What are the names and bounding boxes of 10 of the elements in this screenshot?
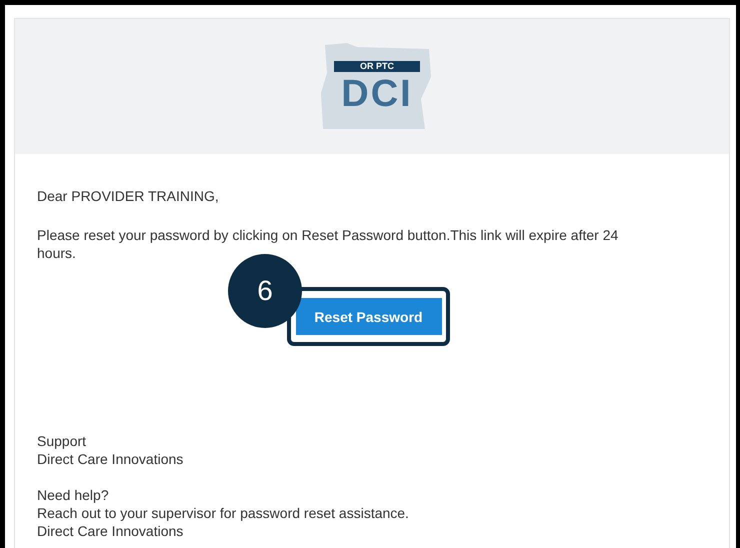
greeting-text: Dear PROVIDER TRAINING,: [37, 187, 220, 205]
signature-line: Support: [37, 432, 88, 450]
signature-line: Direct Care Innovations: [37, 450, 184, 468]
reset-password-button[interactable]: Reset Password: [296, 298, 442, 335]
logo-banner: OR PTC: [334, 60, 420, 72]
signature-line: Need help?: [37, 486, 110, 504]
signature-line: Direct Care Innovations: [37, 522, 184, 540]
logo-letters: DCI: [341, 74, 413, 112]
signature-line: Reach out to your supervisor for password reset assistance.: [37, 504, 410, 522]
step-callout: 6: [228, 254, 302, 328]
